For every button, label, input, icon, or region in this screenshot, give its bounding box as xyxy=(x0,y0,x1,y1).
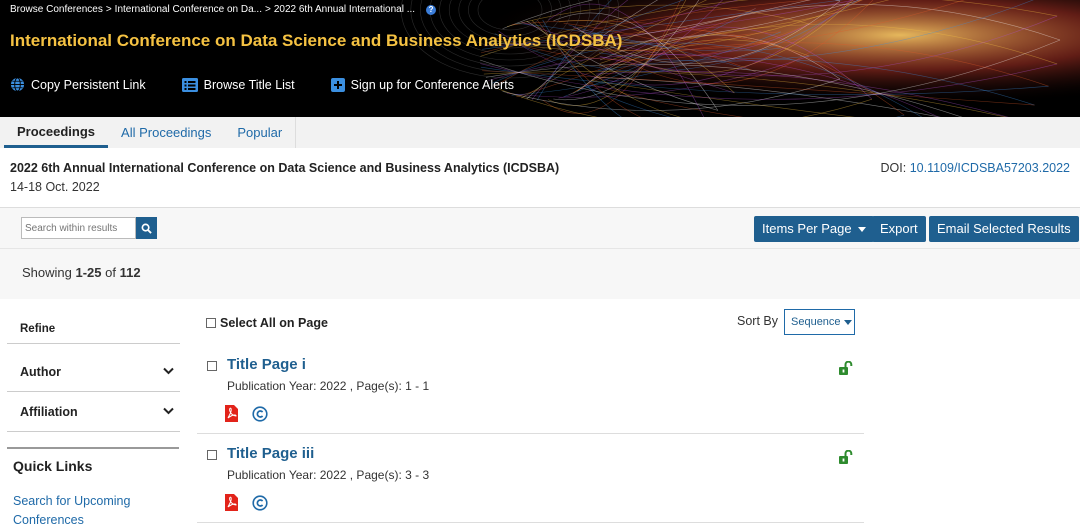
breadcrumb-item-browse[interactable]: Browse Conferences xyxy=(10,4,103,15)
items-per-page-label: Items Per Page xyxy=(762,221,852,236)
tab-proceedings[interactable]: Proceedings xyxy=(4,117,109,148)
showing-total: 112 xyxy=(119,265,141,280)
select-all-on-page[interactable]: Select All on Page xyxy=(206,316,328,330)
result-checkbox[interactable] xyxy=(207,450,217,460)
quick-link-upcoming-conferences[interactable]: Search for Upcoming Conferences xyxy=(13,492,173,528)
copyright-icon[interactable] xyxy=(252,405,268,422)
caret-down-icon xyxy=(857,226,866,232)
chevron-down-icon xyxy=(163,407,174,415)
sort-by-value: Sequence xyxy=(791,316,841,328)
doi-link[interactable]: 10.1109/ICDSBA57203.2022 xyxy=(910,161,1070,175)
open-access-lock-icon xyxy=(839,450,853,464)
facet-affiliation-label: Affiliation xyxy=(20,405,78,419)
pdf-icon[interactable] xyxy=(224,494,239,511)
breadcrumb: Browse Conferences > International Confe… xyxy=(10,4,437,15)
copyright-icon[interactable] xyxy=(252,494,268,511)
showing-of: of xyxy=(105,265,116,280)
result-title[interactable]: Title Page i xyxy=(227,356,306,373)
showing-prefix: Showing xyxy=(22,265,72,280)
result-actions xyxy=(224,494,268,511)
showing-range: 1-25 xyxy=(75,265,102,280)
help-icon[interactable]: ? xyxy=(426,4,437,15)
proceedings-date: 14-18 Oct. 2022 xyxy=(10,180,100,194)
refine-heading: Refine xyxy=(7,314,180,344)
breadcrumb-item-proceedings[interactable]: 2022 6th Annual International ... xyxy=(274,4,415,15)
sort-by-select[interactable]: Sequence xyxy=(784,309,855,335)
result-item: Title Page i Publication Year: 2022 , Pa… xyxy=(197,346,864,434)
caret-down-icon xyxy=(843,319,852,325)
results-toolbar: Items Per Page Export Email Selected Res… xyxy=(0,207,1080,249)
facet-author-label: Author xyxy=(20,365,61,379)
search-input[interactable] xyxy=(21,217,136,239)
items-per-page-button[interactable]: Items Per Page xyxy=(754,216,874,242)
conference-header: Browse Conferences > International Confe… xyxy=(0,0,1080,117)
copy-persistent-link-label: Copy Persistent Link xyxy=(31,77,146,92)
breadcrumb-item-conference[interactable]: International Conference on Da... xyxy=(115,4,262,15)
result-title[interactable]: Title Page iii xyxy=(227,445,314,462)
tab-popular[interactable]: Popular xyxy=(224,117,297,148)
chevron-down-icon xyxy=(163,367,174,375)
conference-title: International Conference on Data Science… xyxy=(10,31,623,50)
tab-all-proceedings[interactable]: All Proceedings xyxy=(108,117,224,148)
quick-links-divider xyxy=(7,447,179,449)
open-access-lock-icon xyxy=(839,361,853,375)
result-actions xyxy=(224,405,268,422)
select-all-label: Select All on Page xyxy=(220,316,328,330)
results-count-bar: Showing 1-25 of 112 xyxy=(0,249,1080,299)
header-background-art xyxy=(360,0,1080,117)
breadcrumb-separator: > xyxy=(105,4,112,15)
sort-by-label: Sort By xyxy=(737,314,778,328)
copy-persistent-link-button[interactable]: Copy Persistent Link xyxy=(10,77,146,92)
result-item: Title Page iii Publication Year: 2022 , … xyxy=(197,435,864,523)
browse-title-list-button[interactable]: Browse Title List xyxy=(181,77,295,92)
email-selected-results-button[interactable]: Email Selected Results xyxy=(929,216,1079,242)
list-icon xyxy=(181,77,198,92)
result-checkbox[interactable] xyxy=(207,361,217,371)
proceedings-tabs: Proceedings All Proceedings Popular xyxy=(0,117,1080,148)
result-meta: Publication Year: 2022 , Page(s): 1 - 1 xyxy=(227,379,430,393)
plus-square-icon xyxy=(330,77,345,92)
breadcrumb-separator: > xyxy=(265,4,271,15)
pdf-icon[interactable] xyxy=(224,405,239,422)
browse-title-list-label: Browse Title List xyxy=(203,77,295,92)
results-count: Showing 1-25 of 112 xyxy=(22,265,141,280)
result-meta: Publication Year: 2022 , Page(s): 3 - 3 xyxy=(227,468,430,482)
search-button[interactable] xyxy=(136,217,157,239)
globe-icon xyxy=(10,77,25,92)
quick-links-title: Quick Links xyxy=(13,458,93,474)
doi-label: DOI: xyxy=(880,161,907,175)
export-button[interactable]: Export xyxy=(872,216,926,242)
search-within-results xyxy=(21,217,157,239)
proceedings-title: 2022 6th Annual International Conference… xyxy=(10,161,560,175)
select-all-checkbox[interactable] xyxy=(206,318,216,328)
doi: DOI: 10.1109/ICDSBA57203.2022 xyxy=(881,161,1071,175)
facet-author[interactable]: Author xyxy=(7,352,180,392)
facet-affiliation[interactable]: Affiliation xyxy=(7,392,180,432)
conference-alerts-label: Sign up for Conference Alerts xyxy=(350,77,514,92)
search-icon xyxy=(141,223,152,234)
header-actions: Copy Persistent Link Browse Title List S… xyxy=(10,77,514,92)
conference-alerts-button[interactable]: Sign up for Conference Alerts xyxy=(330,77,514,92)
